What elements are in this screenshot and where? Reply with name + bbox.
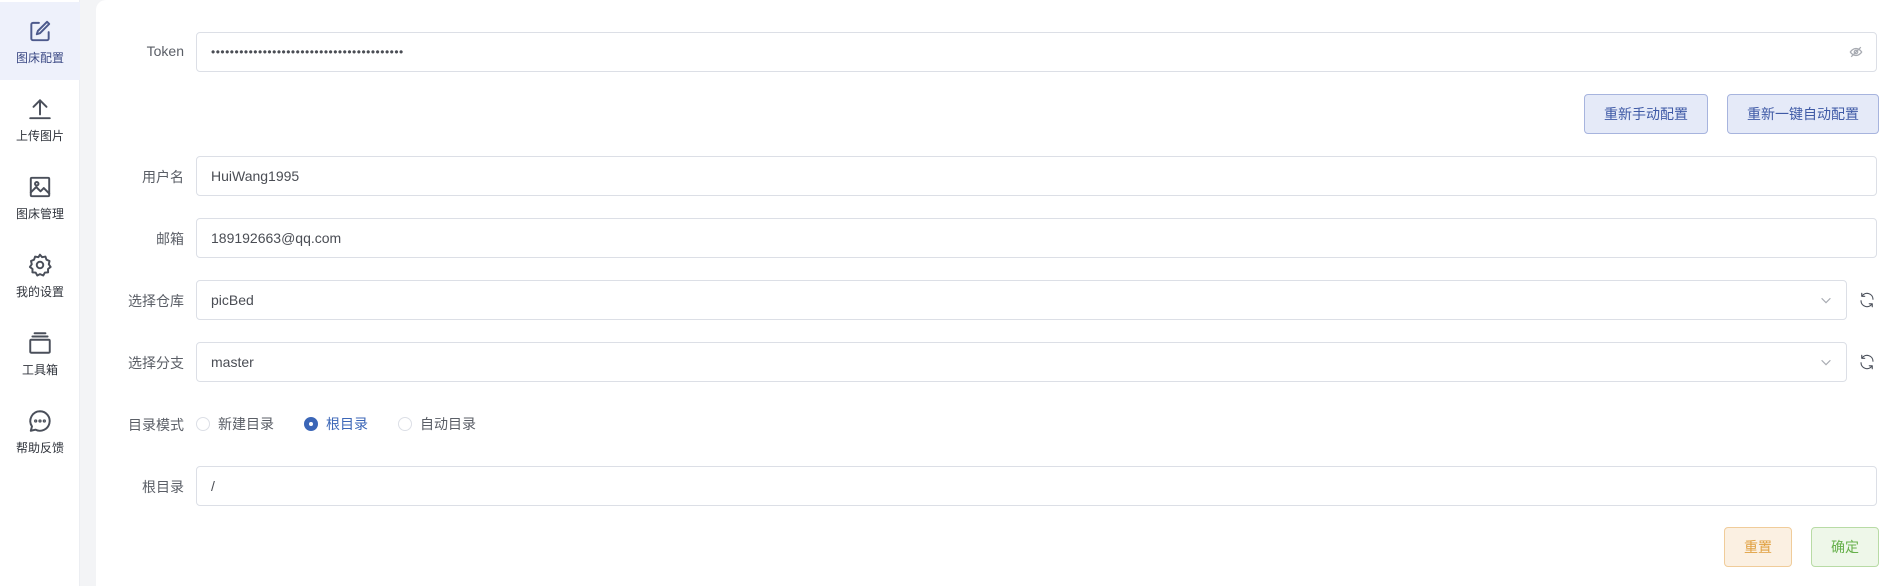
radio-dot[interactable]: [304, 417, 318, 431]
toolbox-icon: [26, 329, 54, 357]
refresh-branch-icon[interactable]: [1858, 353, 1876, 371]
sidebar-item-picbed-config[interactable]: 图床配置: [0, 2, 80, 80]
upload-icon: [26, 95, 54, 123]
edit-icon: [26, 17, 54, 45]
confirm-button[interactable]: 确定: [1811, 527, 1879, 567]
repo-select[interactable]: picBed: [196, 280, 1847, 320]
sidebar-item-label: 上传图片: [15, 128, 64, 143]
token-value: ••••••••••••••••••••••••••••••••••••••••…: [211, 45, 404, 59]
root-dir-label: 根目录: [142, 479, 184, 495]
reset-button[interactable]: 重置: [1724, 527, 1792, 567]
dir-mode-radio-group: 新建目录 根目录 自动目录: [196, 414, 506, 434]
radio-label: 自动目录: [420, 416, 476, 432]
chevron-down-icon: [1806, 355, 1846, 369]
email-input[interactable]: 189192663@qq.com: [196, 218, 1877, 258]
radio-root-dir[interactable]: 根目录: [304, 414, 368, 434]
eye-off-icon[interactable]: [1836, 45, 1876, 59]
sidebar-item-toolbox[interactable]: 工具箱: [0, 314, 80, 392]
sidebar-item-label: 图床配置: [15, 50, 64, 65]
repo-value: picBed: [211, 292, 254, 308]
branch-value: master: [211, 354, 254, 370]
username-input[interactable]: HuiWang1995: [196, 156, 1877, 196]
reconfig-auto-button[interactable]: 重新一键自动配置: [1727, 94, 1879, 134]
radio-auto-dir[interactable]: 自动目录: [398, 414, 476, 434]
sidebar-item-manage[interactable]: 图床管理: [0, 158, 80, 236]
email-value: 189192663@qq.com: [211, 230, 342, 246]
sidebar-item-label: 图床管理: [15, 206, 64, 221]
root-dir-input[interactable]: /: [196, 466, 1877, 506]
chat-icon: [26, 407, 54, 435]
token-input[interactable]: ••••••••••••••••••••••••••••••••••••••••…: [196, 32, 1877, 72]
branch-select[interactable]: master: [196, 342, 1847, 382]
root-dir-value: /: [211, 478, 215, 494]
radio-new-dir[interactable]: 新建目录: [196, 414, 274, 434]
sidebar-item-upload[interactable]: 上传图片: [0, 80, 80, 158]
dir-mode-label: 目录模式: [128, 417, 184, 433]
refresh-repo-icon[interactable]: [1858, 291, 1876, 309]
sidebar-item-help[interactable]: 帮助反馈: [0, 392, 80, 470]
radio-label: 新建目录: [218, 416, 274, 432]
radio-dot[interactable]: [196, 417, 210, 431]
radio-label: 根目录: [326, 416, 368, 432]
email-label: 邮箱: [156, 231, 184, 247]
branch-label: 选择分支: [128, 355, 184, 371]
sidebar-item-label: 我的设置: [15, 284, 64, 299]
sidebar-item-label: 工具箱: [21, 362, 58, 377]
username-value: HuiWang1995: [211, 168, 300, 184]
image-icon: [26, 173, 54, 201]
radio-dot[interactable]: [398, 417, 412, 431]
token-label: Token: [146, 43, 184, 59]
sidebar: 图床配置 上传图片 图床管理 我的设置 工具箱 帮助反馈: [0, 0, 80, 586]
username-label: 用户名: [142, 169, 184, 185]
gear-icon: [26, 251, 54, 279]
chevron-down-icon: [1806, 293, 1846, 307]
sidebar-item-settings[interactable]: 我的设置: [0, 236, 80, 314]
reconfig-manual-button[interactable]: 重新手动配置: [1584, 94, 1708, 134]
sidebar-item-label: 帮助反馈: [15, 440, 64, 455]
repo-label: 选择仓库: [128, 293, 184, 309]
